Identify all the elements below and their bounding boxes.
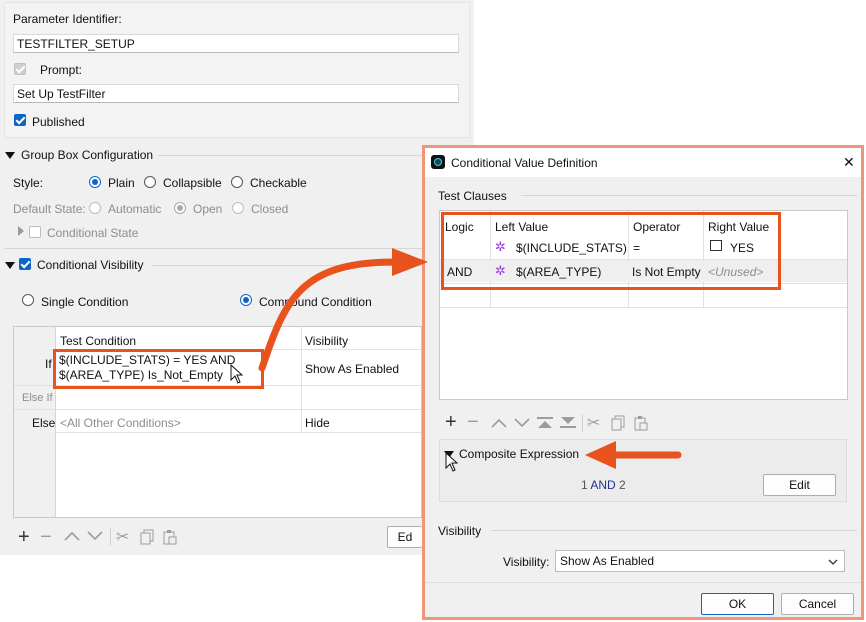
annotation-arrowhead (392, 248, 428, 276)
annotation-arrowhead (585, 441, 616, 469)
annotation-arrows (258, 248, 682, 469)
annotation-arrow-curve (258, 258, 399, 372)
